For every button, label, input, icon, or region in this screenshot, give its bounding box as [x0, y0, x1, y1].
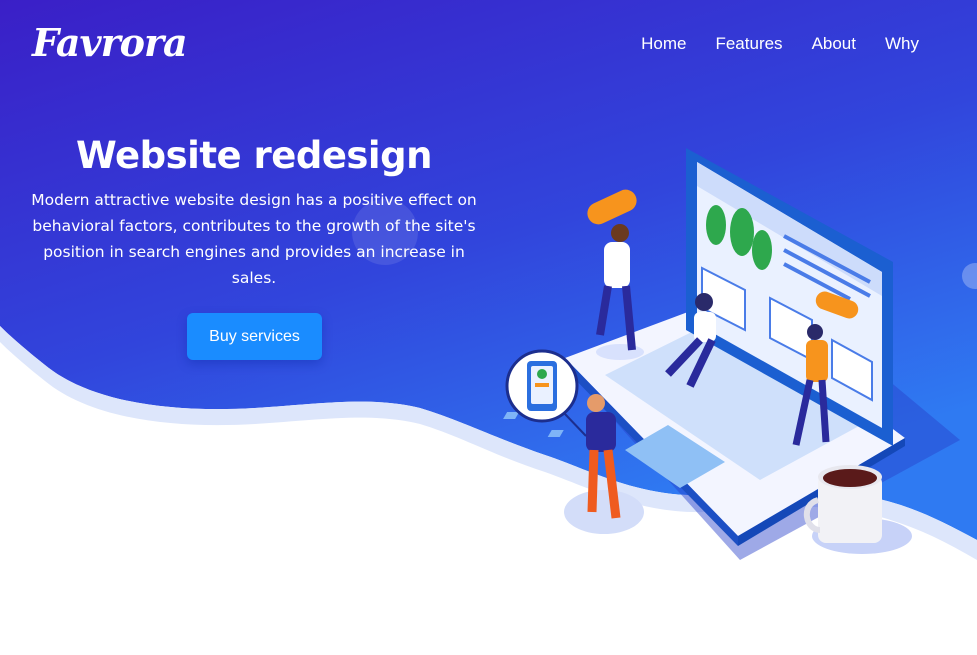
hero-section: Favrora Home Features About Why Website …	[0, 0, 977, 655]
brand-logo[interactable]: Favrora	[32, 20, 188, 65]
hero-content: Website redesign Modern attractive websi…	[28, 134, 480, 291]
hero-title: Website redesign	[76, 134, 432, 177]
nav-about[interactable]: About	[812, 34, 856, 54]
nav-why[interactable]: Why	[885, 34, 919, 54]
laptop-team-illustration	[503, 148, 960, 560]
orange-card-left	[587, 189, 637, 225]
nav-home[interactable]: Home	[641, 34, 686, 54]
buy-services-button[interactable]: Buy services	[187, 313, 322, 360]
main-nav: Home Features About Why	[641, 34, 919, 54]
nav-features[interactable]: Features	[715, 34, 782, 54]
hero-description: Modern attractive website design has a p…	[31, 191, 477, 287]
site-header: Favrora Home Features About Why	[0, 0, 977, 90]
